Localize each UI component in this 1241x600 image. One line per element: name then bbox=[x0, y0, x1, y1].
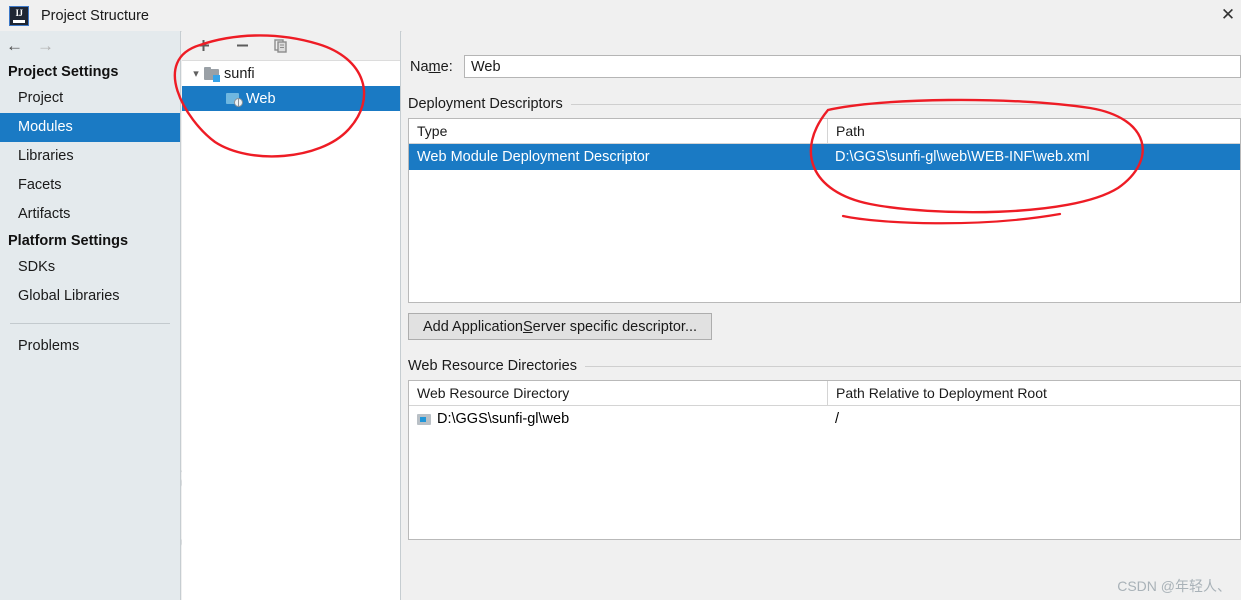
folder-icon bbox=[204, 67, 220, 82]
name-row: Name: Web bbox=[402, 31, 1241, 78]
sidebar-item-project[interactable]: Project bbox=[0, 84, 180, 113]
add-application-server-descriptor-button[interactable]: Add Application Server specific descript… bbox=[408, 313, 713, 340]
module-detail-panel: Name: Web Deployment Descriptors Type Pa… bbox=[402, 31, 1241, 600]
web-resource-directories-table: Web Resource Directory Path Relative to … bbox=[408, 380, 1241, 540]
navigation-buttons: ← → bbox=[0, 31, 180, 60]
tree-node-label: sunfi bbox=[224, 65, 255, 82]
tree-node-sunfi[interactable]: ▾ sunfi bbox=[182, 61, 400, 86]
sidebar-item-global-libraries[interactable]: Global Libraries bbox=[0, 282, 180, 311]
section-title: Web Resource Directories bbox=[408, 358, 577, 374]
copy-icon[interactable] bbox=[272, 37, 290, 55]
title-bar: IJ Project Structure ✕ bbox=[0, 0, 1241, 32]
column-header-path-relative[interactable]: Path Relative to Deployment Root bbox=[827, 381, 1240, 405]
web-module-icon bbox=[226, 92, 243, 107]
sidebar-item-facets[interactable]: Facets bbox=[0, 171, 180, 200]
deployment-descriptors-table: Type Path Web Module Deployment Descript… bbox=[408, 118, 1241, 303]
sidebar-item-problems[interactable]: Problems bbox=[0, 332, 180, 361]
intellij-idea-logo-icon: IJ bbox=[9, 5, 29, 26]
name-input[interactable]: Web bbox=[464, 55, 1241, 78]
sidebar-item-sdks[interactable]: SDKs bbox=[0, 253, 180, 282]
column-header-type[interactable]: Type bbox=[409, 119, 827, 143]
sidebar-group-title: Platform Settings bbox=[8, 233, 129, 249]
folder-icon bbox=[417, 413, 431, 425]
section-rule bbox=[570, 103, 1241, 105]
sidebar-item-libraries[interactable]: Libraries bbox=[0, 142, 180, 171]
table-header-row: Web Resource Directory Path Relative to … bbox=[409, 381, 1240, 406]
section-title: Deployment Descriptors bbox=[408, 96, 563, 112]
arrow-right-icon[interactable]: → bbox=[37, 37, 54, 54]
sidebar-group-platform-settings: Platform Settings SDKs Global Libraries bbox=[0, 229, 180, 311]
cell-relative-path: / bbox=[835, 411, 840, 427]
chevron-down-icon[interactable]: ▾ bbox=[188, 67, 204, 80]
close-icon[interactable]: ✕ bbox=[1211, 2, 1241, 28]
module-tree-toolbar bbox=[182, 31, 400, 61]
sidebar-item-modules[interactable]: Modules bbox=[0, 113, 180, 142]
cell-path: D:\GGS\sunfi-gl\web\WEB-INF\web.xml bbox=[835, 149, 1090, 165]
column-header-path[interactable]: Path bbox=[827, 119, 1240, 143]
tree-node-web[interactable]: Web bbox=[182, 86, 400, 111]
module-tree-panel: ▾ sunfi Web bbox=[182, 31, 401, 600]
sidebar-item-artifacts[interactable]: Artifacts bbox=[0, 200, 180, 229]
cell-type: Web Module Deployment Descriptor bbox=[417, 149, 650, 165]
settings-sidebar: ← → Project Settings Project Modules Lib… bbox=[0, 31, 181, 600]
sidebar-group-project-settings: Project Settings Project Modules Librari… bbox=[0, 60, 180, 229]
table-row[interactable]: Web Module Deployment Descriptor D:\GGS\… bbox=[409, 144, 1240, 170]
arrow-left-icon[interactable]: ← bbox=[6, 37, 23, 54]
tree-node-label: Web bbox=[246, 90, 276, 107]
cell-directory: D:\GGS\sunfi-gl\web bbox=[409, 406, 827, 432]
add-button[interactable] bbox=[194, 37, 212, 55]
project-structure-dialog: 0121170 112023-05-16 12:13:1301211701 12… bbox=[0, 0, 1241, 600]
cell-directory-text: D:\GGS\sunfi-gl\web bbox=[437, 411, 570, 427]
table-header-row: Type Path bbox=[409, 119, 1240, 144]
table-row[interactable]: D:\GGS\sunfi-gl\web / bbox=[409, 406, 1240, 432]
deployment-descriptors-section-header: Deployment Descriptors bbox=[408, 96, 1241, 112]
column-header-web-resource-directory[interactable]: Web Resource Directory bbox=[409, 381, 827, 405]
remove-button[interactable] bbox=[233, 37, 251, 55]
sidebar-divider bbox=[10, 323, 170, 324]
section-rule bbox=[584, 365, 1241, 367]
sidebar-group-title: Project Settings bbox=[8, 64, 119, 80]
window-title: Project Structure bbox=[41, 7, 149, 24]
web-resource-directories-section-header: Web Resource Directories bbox=[408, 358, 1241, 374]
name-label: Name: bbox=[410, 58, 453, 75]
